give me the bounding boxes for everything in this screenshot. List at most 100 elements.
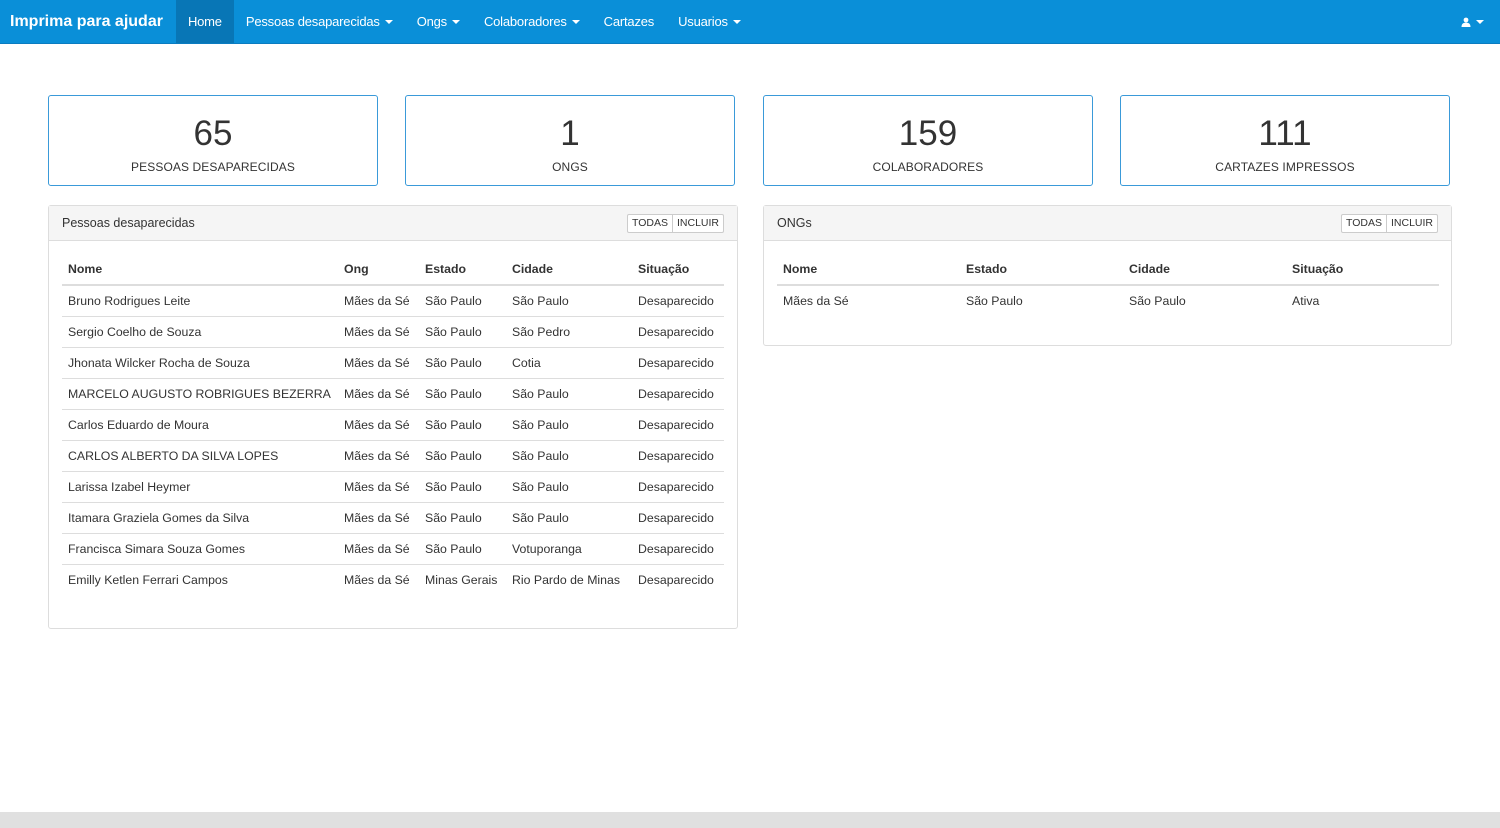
table-cell: Carlos Eduardo de Moura bbox=[62, 409, 338, 441]
caret-down-icon bbox=[571, 19, 580, 24]
stat-value: 65 bbox=[193, 114, 233, 153]
column-header[interactable]: Situação bbox=[632, 254, 724, 286]
ongs-table: Nome Estado Cidade Situação Mães da Sé Sã… bbox=[777, 254, 1439, 316]
table-cell: São Paulo bbox=[425, 294, 482, 308]
nav-colaboradores-label: Colaboradores bbox=[483, 14, 567, 29]
table-cell: São Paulo bbox=[506, 378, 632, 410]
table-row[interactable]: Mães da Sé São Paulo São Paulo Ativa bbox=[777, 285, 1439, 316]
missing-persons-table: Nome Ong Estado Cidade Situação Bruno Ro… bbox=[62, 254, 724, 595]
column-header[interactable]: Cidade bbox=[1123, 254, 1286, 286]
nav-ongs[interactable]: Ongs bbox=[405, 0, 472, 43]
table-cell: Desaparecido bbox=[632, 533, 724, 565]
table-cell: Desaparecido bbox=[638, 294, 714, 308]
table-cell: São Paulo bbox=[506, 409, 632, 441]
nav-pessoas-label: Pessoas desaparecidas bbox=[245, 14, 380, 29]
table-cell: São Paulo bbox=[1129, 294, 1186, 308]
nav-home-label: Home bbox=[187, 14, 222, 29]
table-row[interactable]: Jhonata Wilcker Rocha de Souza Mães da Sé… bbox=[62, 347, 724, 379]
stat-label: COLABORADORES bbox=[872, 160, 984, 174]
view-all-button[interactable]: TODAS bbox=[1341, 214, 1387, 233]
panel-heading: ONGs TODAS INCLUIR bbox=[764, 206, 1451, 241]
table-row[interactable]: MARCELO AUGUSTO ROBRIGUES BEZERRA Mães da… bbox=[62, 378, 724, 410]
user-menu[interactable] bbox=[1461, 0, 1484, 43]
table-cell: São Paulo bbox=[419, 378, 506, 410]
nav-home[interactable]: Home bbox=[175, 0, 234, 43]
table-cell: São Paulo bbox=[512, 294, 569, 308]
table-row[interactable]: Bruno Rodrigues Leite Mães da Sé São Paulo… bbox=[62, 285, 724, 317]
table-cell: Desaparecido bbox=[632, 564, 724, 595]
top-navbar: Imprima para ajudar Home Pessoas desapar… bbox=[0, 0, 1500, 44]
table-cell: Emilly Ketlen Ferrari Campos bbox=[62, 564, 338, 595]
user-icon bbox=[1461, 17, 1471, 27]
table-row[interactable]: Emilly Ketlen Ferrari Campos Mães da Sé Mi… bbox=[62, 564, 724, 595]
stat-card-pessoas[interactable]: 65 PESSOAS DESAPARECIDAS bbox=[48, 95, 378, 186]
table-row[interactable]: Sergio Coelho de Souza Mães da Sé São Paul… bbox=[62, 316, 724, 348]
panel-button-group: TODAS INCLUIR bbox=[1341, 214, 1438, 233]
table-cell: Sergio Coelho de Souza bbox=[62, 316, 338, 348]
table-row[interactable]: Francisca Simara Souza Gomes Mães da Sé Sã… bbox=[62, 533, 724, 565]
missing-persons-panel: Pessoas desaparecidas TODAS INCLUIR Nome… bbox=[48, 205, 738, 629]
table-cell: Mães da Sé bbox=[338, 409, 419, 441]
view-all-button[interactable]: TODAS bbox=[627, 214, 673, 233]
caret-down-icon bbox=[1476, 19, 1484, 24]
panel-title: ONGs bbox=[777, 216, 812, 230]
table-cell: São Paulo bbox=[506, 440, 632, 472]
column-header[interactable]: Estado bbox=[419, 254, 506, 286]
table-cell: Desaparecido bbox=[632, 471, 724, 503]
table-header-row: Nome Estado Cidade Situação bbox=[777, 254, 1439, 286]
column-header[interactable]: Estado bbox=[960, 254, 1123, 286]
nav-usuarios[interactable]: Usuarios bbox=[666, 0, 753, 43]
table-cell: Desaparecido bbox=[632, 316, 724, 348]
stat-card-cartazes[interactable]: 111 CARTAZES IMPRESSOS bbox=[1120, 95, 1450, 186]
table-cell: Mães da Sé bbox=[338, 564, 419, 595]
table-row[interactable]: Larissa Izabel Heymer Mães da Sé São Paulo… bbox=[62, 471, 724, 503]
table-cell: São Paulo bbox=[419, 316, 506, 348]
column-header[interactable]: Situação bbox=[1286, 254, 1439, 286]
table-row[interactable]: Itamara Graziela Gomes da Silva Mães da S… bbox=[62, 502, 724, 534]
stat-label: ONGS bbox=[552, 160, 588, 174]
table-cell: São Paulo bbox=[966, 294, 1023, 308]
panel-button-group: TODAS INCLUIR bbox=[627, 214, 724, 233]
nav-pessoas-desaparecidas[interactable]: Pessoas desaparecidas bbox=[234, 0, 405, 43]
table-cell: Bruno Rodrigues Leite bbox=[68, 294, 191, 308]
stat-card-colaboradores[interactable]: 159 COLABORADORES bbox=[763, 95, 1093, 186]
table-cell: Mães da Sé bbox=[338, 471, 419, 503]
column-header[interactable]: Ong bbox=[338, 254, 419, 286]
brand-logo[interactable]: Imprima para ajudar bbox=[0, 0, 176, 43]
table-cell: Mães da Sé bbox=[338, 502, 419, 534]
column-header[interactable]: Nome bbox=[62, 254, 338, 286]
table-cell: Rio Pardo de Minas bbox=[506, 564, 632, 595]
stat-label: PESSOAS DESAPARECIDAS bbox=[131, 160, 295, 174]
table-cell: Larissa Izabel Heymer bbox=[62, 471, 338, 503]
column-header[interactable]: Cidade bbox=[506, 254, 632, 286]
nav-cartazes-label: Cartazes bbox=[603, 14, 655, 29]
table-cell: CARLOS ALBERTO DA SILVA LOPES bbox=[62, 440, 338, 472]
table-cell: São Paulo bbox=[419, 440, 506, 472]
add-button[interactable]: INCLUIR bbox=[672, 214, 724, 233]
column-header[interactable]: Nome bbox=[777, 254, 960, 286]
table-cell: Desaparecido bbox=[632, 347, 724, 379]
table-cell: Jhonata Wilcker Rocha de Souza bbox=[62, 347, 338, 379]
table-cell: São Paulo bbox=[419, 533, 506, 565]
table-cell: Cotia bbox=[506, 347, 632, 379]
table-cell: Mães da Sé bbox=[783, 294, 849, 308]
table-row[interactable]: CARLOS ALBERTO DA SILVA LOPES Mães da Sé S… bbox=[62, 440, 724, 472]
stat-value: 159 bbox=[898, 114, 958, 153]
add-button[interactable]: INCLUIR bbox=[1386, 214, 1438, 233]
table-cell: Mães da Sé bbox=[338, 440, 419, 472]
nav-colaboradores[interactable]: Colaboradores bbox=[472, 0, 592, 43]
nav-cartazes[interactable]: Cartazes bbox=[592, 0, 666, 43]
table-cell: São Paulo bbox=[419, 409, 506, 441]
table-cell: São Pedro bbox=[506, 316, 632, 348]
table-cell: MARCELO AUGUSTO ROBRIGUES BEZERRA bbox=[62, 378, 338, 410]
caret-down-icon bbox=[451, 19, 460, 24]
table-cell: São Paulo bbox=[419, 347, 506, 379]
stat-card-ongs[interactable]: 1 ONGS bbox=[405, 95, 735, 186]
panel-heading: Pessoas desaparecidas TODAS INCLUIR bbox=[49, 206, 737, 241]
nav-usuarios-label: Usuarios bbox=[678, 14, 728, 29]
panel-title: Pessoas desaparecidas bbox=[62, 216, 195, 230]
table-row[interactable]: Carlos Eduardo de Moura Mães da Sé São Pau… bbox=[62, 409, 724, 441]
table-cell: São Paulo bbox=[506, 502, 632, 534]
table-cell: Itamara Graziela Gomes da Silva bbox=[62, 502, 338, 534]
table-cell: São Paulo bbox=[419, 471, 506, 503]
